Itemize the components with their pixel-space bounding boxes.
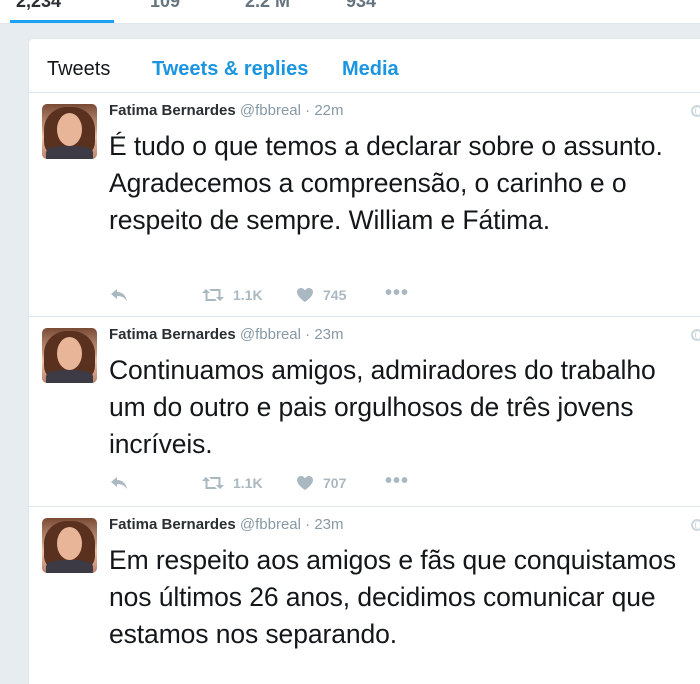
- tweet-username[interactable]: @fbbreal: [240, 102, 301, 119]
- avatar[interactable]: [42, 328, 97, 383]
- profile-timeline: Tweets Tweets & replies Media Fatima Ber…: [28, 38, 700, 684]
- tweet-text: Continuamos amigos, admiradores do traba…: [109, 355, 656, 459]
- retweet-button[interactable]: 1.1K: [202, 285, 263, 305]
- stat-following-count[interactable]: 109: [150, 0, 180, 12]
- tweet-fullname[interactable]: Fatima Bernardes: [109, 326, 236, 343]
- reply-button[interactable]: [109, 473, 129, 493]
- tweet-timestamp[interactable]: 23m: [314, 326, 343, 343]
- tweet-text: É tudo o que temos a declarar sobre o as…: [109, 131, 663, 235]
- reply-button[interactable]: [109, 285, 129, 305]
- stat-tweets-count[interactable]: 2,234: [16, 0, 61, 12]
- like-button[interactable]: 745: [296, 285, 346, 305]
- tweet[interactable]: Fatima Bernardes @fbbreal · 23m Continua…: [29, 317, 700, 507]
- tweet-timestamp[interactable]: 22m: [314, 102, 343, 119]
- tweet-time-separator: ·: [305, 326, 311, 343]
- tab-tweets-and-replies[interactable]: Tweets & replies: [152, 58, 308, 81]
- retweet-icon: [202, 477, 224, 489]
- more-icon[interactable]: •••: [385, 471, 409, 491]
- tweet-header: Fatima Bernardes @fbbreal · 23m: [109, 516, 344, 533]
- stat-likes-count[interactable]: 934: [346, 0, 376, 12]
- reply-icon: [111, 289, 127, 301]
- avatar[interactable]: [42, 104, 97, 159]
- tweet-username[interactable]: @fbbreal: [240, 326, 301, 343]
- retweet-button[interactable]: 1.1K: [202, 473, 263, 493]
- like-count: 707: [323, 475, 347, 491]
- heart-icon: [297, 476, 313, 490]
- tweet-text: Em respeito aos amigos e fãs que conquis…: [109, 545, 677, 649]
- tab-tweets[interactable]: Tweets: [47, 58, 110, 81]
- retweet-icon: [202, 289, 224, 301]
- stat-followers-count[interactable]: 2.2 M: [245, 0, 290, 12]
- tweet-header: Fatima Bernardes @fbbreal · 23m: [109, 326, 344, 343]
- tweet-header: Fatima Bernardes @fbbreal · 22m: [109, 102, 344, 119]
- avatar[interactable]: [42, 518, 97, 573]
- tab-media[interactable]: Media: [342, 58, 399, 81]
- retweet-count: 1.1K: [233, 287, 263, 303]
- retweet-count: 1.1K: [233, 475, 263, 491]
- tweet[interactable]: Fatima Bernardes @fbbreal · 22m É tudo o…: [29, 93, 700, 317]
- tweet[interactable]: Fatima Bernardes @fbbreal · 23m Em respe…: [29, 507, 700, 684]
- reply-icon: [111, 477, 127, 489]
- more-icon[interactable]: •••: [385, 283, 409, 303]
- tweet-time-separator: ·: [305, 516, 311, 533]
- globe-icon[interactable]: [691, 105, 700, 117]
- heart-icon: [297, 288, 313, 302]
- timeline-tabs: Tweets Tweets & replies Media: [29, 39, 700, 93]
- globe-icon[interactable]: [691, 329, 700, 341]
- like-count: 745: [323, 287, 347, 303]
- tweet-time-separator: ·: [305, 102, 311, 119]
- globe-icon[interactable]: [691, 519, 700, 531]
- profile-stats-bar: 2,234 109 2.2 M 934: [0, 0, 700, 24]
- tweet-timestamp[interactable]: 23m: [314, 516, 343, 533]
- tweet-fullname[interactable]: Fatima Bernardes: [109, 516, 236, 533]
- tweet-username[interactable]: @fbbreal: [240, 516, 301, 533]
- tweet-fullname[interactable]: Fatima Bernardes: [109, 102, 236, 119]
- like-button[interactable]: 707: [296, 473, 346, 493]
- active-stat-indicator: [10, 20, 114, 23]
